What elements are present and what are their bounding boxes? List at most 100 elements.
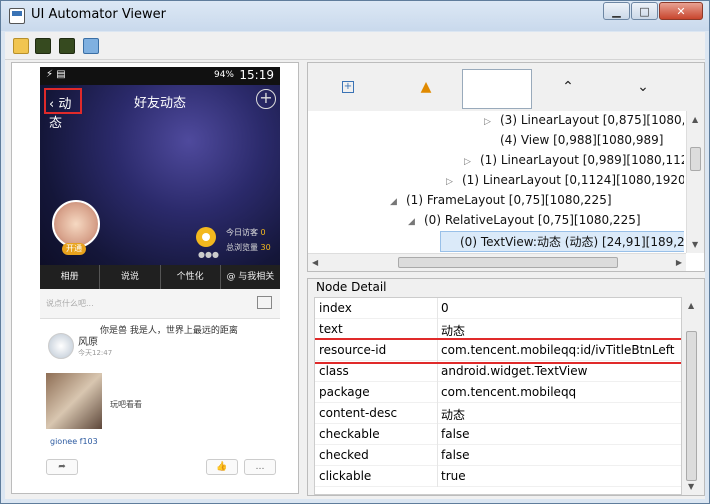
- profile-avatar[interactable]: [52, 200, 100, 248]
- feed-post[interactable]: 你是兽 我是人，世界上最远的距离 风原 今天12:47 玩吧看看 gionee …: [40, 323, 280, 493]
- comment-placeholder: 说点什么吧...: [46, 299, 94, 308]
- detail-value: 0: [441, 301, 449, 315]
- node-detail-table[interactable]: index 0 text 动态 resource-id com.tencent.mob…: [314, 297, 682, 495]
- minimize-button[interactable]: ▁: [603, 2, 630, 20]
- tree-node[interactable]: ▷ (1) LinearLayout [0,989][1080,112: [464, 153, 684, 167]
- tree-node-label: (0) TextView:动态 (动态) [24,91][189,208]: [460, 235, 684, 249]
- detail-row[interactable]: clickable true: [315, 466, 681, 487]
- tree-node[interactable]: ◢ (0) RelativeLayout [0,75][1080,225]: [408, 213, 641, 227]
- visits-today-count: 0: [260, 228, 266, 237]
- detail-key: clickable: [319, 469, 372, 483]
- post-author-name[interactable]: 风原: [78, 333, 98, 348]
- more-dots-icon: ●●●: [198, 250, 219, 259]
- detail-value: 动态: [441, 324, 466, 338]
- detail-value: android.widget.TextView: [441, 364, 588, 378]
- detail-row[interactable]: checked false: [315, 445, 681, 466]
- title-bar[interactable]: UI Automator Viewer ▁ □ ✕: [1, 1, 709, 31]
- detail-row[interactable]: package com.tencent.mobileqq: [315, 382, 681, 403]
- expand-arrow-icon[interactable]: ▷: [446, 177, 456, 187]
- detail-value: false: [441, 427, 470, 441]
- save-icon[interactable]: [83, 38, 99, 54]
- tree-node-selected[interactable]: (0) TextView:动态 (动态) [24,91][189,208]: [440, 231, 684, 252]
- visits-today-label: 今日访客: [226, 228, 258, 237]
- expand-arrow-icon[interactable]: ▷: [464, 157, 474, 167]
- tab-album[interactable]: 相册: [40, 265, 101, 289]
- tree-node[interactable]: ◢ (1) FrameLayout [0,75][1080,225]: [390, 193, 612, 207]
- scroll-right-icon[interactable]: ▶: [676, 258, 682, 267]
- detail-row[interactable]: resource-id com.tencent.mobileqq:id/ivTit…: [315, 340, 681, 361]
- detail-row[interactable]: class android.widget.TextView: [315, 361, 681, 382]
- device-status-bar: ⚡ ▤ 94% 15:19: [40, 67, 280, 85]
- main-toolbar: [5, 32, 705, 60]
- comment-bar[interactable]: 说点什么吧...: [40, 289, 280, 319]
- column-divider: [437, 340, 438, 361]
- notification-icons: ⚡ ▤: [46, 69, 66, 80]
- detail-row[interactable]: content-desc 动态: [315, 403, 681, 424]
- filter-input[interactable]: [462, 69, 532, 109]
- post-photo[interactable]: [46, 373, 102, 429]
- detail-value: true: [441, 469, 466, 483]
- tree-node[interactable]: (4) View [0,988][1080,989]: [484, 133, 663, 147]
- eye-icon[interactable]: [196, 227, 216, 247]
- device-screenshot[interactable]: ⚡ ▤ 94% 15:19 ‹ 动态 好友动态 + 开通 ●●● 今日访客 0 …: [40, 67, 280, 493]
- detail-row[interactable]: text 动态: [315, 319, 681, 340]
- open-icon[interactable]: [13, 38, 29, 54]
- visits-total-count: 30: [260, 243, 271, 252]
- like-icon[interactable]: 👍: [206, 459, 238, 475]
- screenshot-pane[interactable]: ⚡ ▤ 94% 15:19 ‹ 动态 好友动态 + 开通 ●●● 今日访客 0 …: [11, 62, 299, 494]
- tree-node-label: (1) LinearLayout [0,1124][1080,1920]: [462, 173, 684, 187]
- comment-icon[interactable]: …: [244, 459, 276, 475]
- hierarchy-vscroll-thumb[interactable]: [690, 147, 701, 171]
- tab-personalize[interactable]: 个性化: [161, 265, 221, 289]
- detail-value: false: [441, 448, 470, 462]
- scroll-up-icon[interactable]: ▲: [692, 115, 698, 124]
- back-button-highlighted[interactable]: ‹ 动态: [44, 88, 82, 131]
- column-divider: [437, 424, 438, 445]
- scroll-down-icon[interactable]: ▼: [688, 482, 694, 491]
- vip-badge[interactable]: 开通: [62, 243, 86, 255]
- hierarchy-tree[interactable]: ▷ (3) LinearLayout [0,875][1080,9 (4) Vie…: [308, 111, 684, 253]
- tree-node[interactable]: ▷ (1) LinearLayout [0,1124][1080,1920]: [446, 173, 684, 187]
- collapse-arrow-icon[interactable]: ◢: [408, 217, 418, 227]
- post-time: 今天12:47: [78, 349, 113, 357]
- detail-vertical-scrollbar[interactable]: ▲ ▼: [684, 297, 700, 495]
- scroll-up-icon[interactable]: ▲: [688, 301, 694, 310]
- tab-mentions[interactable]: @ 与我相关: [221, 265, 280, 289]
- tree-node[interactable]: ▷ (3) LinearLayout [0,875][1080,9: [484, 113, 684, 127]
- visits-total: 总浏览量 30: [226, 242, 271, 253]
- image-icon[interactable]: [257, 296, 272, 309]
- node-detail-title: Node Detail: [314, 280, 389, 294]
- detail-row[interactable]: index 0: [315, 298, 681, 319]
- expand-all-icon[interactable]: +: [342, 81, 354, 93]
- warning-icon[interactable]: ▲: [416, 77, 436, 97]
- battery-level: 94%: [213, 70, 234, 80]
- detail-row[interactable]: checkable false: [315, 424, 681, 445]
- visits-total-label: 总浏览量: [226, 243, 258, 252]
- profile-cover: [40, 85, 280, 285]
- close-button[interactable]: ✕: [659, 2, 703, 20]
- device-tab-bar: 相册 说说 个性化 @ 与我相关: [40, 265, 280, 289]
- detail-vscroll-thumb[interactable]: [686, 331, 697, 481]
- visits-today: 今日访客 0: [226, 227, 266, 238]
- device-screenshot-icon[interactable]: [35, 38, 51, 54]
- column-divider: [437, 298, 438, 319]
- node-detail-pane: Node Detail index 0 text 动态 resource-id com…: [307, 278, 705, 496]
- post-author-avatar[interactable]: [48, 333, 74, 359]
- column-divider: [437, 466, 438, 487]
- hierarchy-vertical-scrollbar[interactable]: ▲ ▼: [686, 111, 704, 253]
- chevron-down-icon[interactable]: ⌄: [633, 77, 653, 97]
- plus-icon[interactable]: +: [256, 89, 276, 109]
- hierarchy-horizontal-scrollbar[interactable]: ◀ ▶: [308, 253, 686, 271]
- tab-shuoshuo[interactable]: 说说: [100, 265, 161, 289]
- chevron-up-icon[interactable]: ⌃: [558, 77, 578, 97]
- maximize-button[interactable]: □: [631, 2, 658, 20]
- scroll-down-icon[interactable]: ▼: [692, 240, 698, 249]
- scroll-left-icon[interactable]: ◀: [312, 258, 318, 267]
- hierarchy-hscroll-thumb[interactable]: [398, 257, 618, 268]
- collapse-arrow-icon[interactable]: ◢: [390, 197, 400, 207]
- expand-arrow-icon[interactable]: ▷: [484, 117, 494, 127]
- share-icon[interactable]: ➦: [46, 459, 78, 475]
- hierarchy-toolbar: + ▲ ⌃ ⌄: [308, 63, 704, 111]
- column-divider: [437, 445, 438, 466]
- device-screenshot-compressed-icon[interactable]: [59, 38, 75, 54]
